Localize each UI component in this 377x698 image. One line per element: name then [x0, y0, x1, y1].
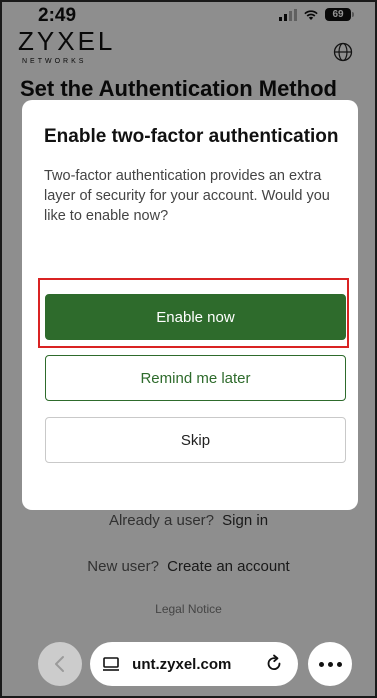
reload-icon[interactable]	[264, 654, 284, 674]
chevron-left-icon	[55, 656, 64, 672]
more-button[interactable]	[308, 642, 352, 686]
enable-now-button[interactable]: Enable now	[45, 294, 346, 340]
modal-body: Two-factor authentication provides an ex…	[44, 168, 330, 224]
modal-title: Enable two-factor authentication	[44, 126, 339, 147]
url-text: unt.zyxel.com	[128, 655, 232, 673]
browser-toolbar: unt.zyxel.com	[2, 634, 375, 696]
tabs-icon	[103, 657, 119, 671]
remind-later-button[interactable]: Remind me later	[45, 355, 346, 401]
more-icon	[318, 661, 342, 667]
phone-screen: 2:49 69 ZYXEL NETWORKS Set the Authentic…	[0, 0, 377, 698]
skip-button[interactable]: Skip	[45, 417, 346, 463]
address-bar[interactable]: unt.zyxel.com	[90, 642, 298, 686]
two-factor-modal: Enable two-factor authentication Two-fac…	[22, 100, 358, 510]
back-button[interactable]	[38, 642, 82, 686]
